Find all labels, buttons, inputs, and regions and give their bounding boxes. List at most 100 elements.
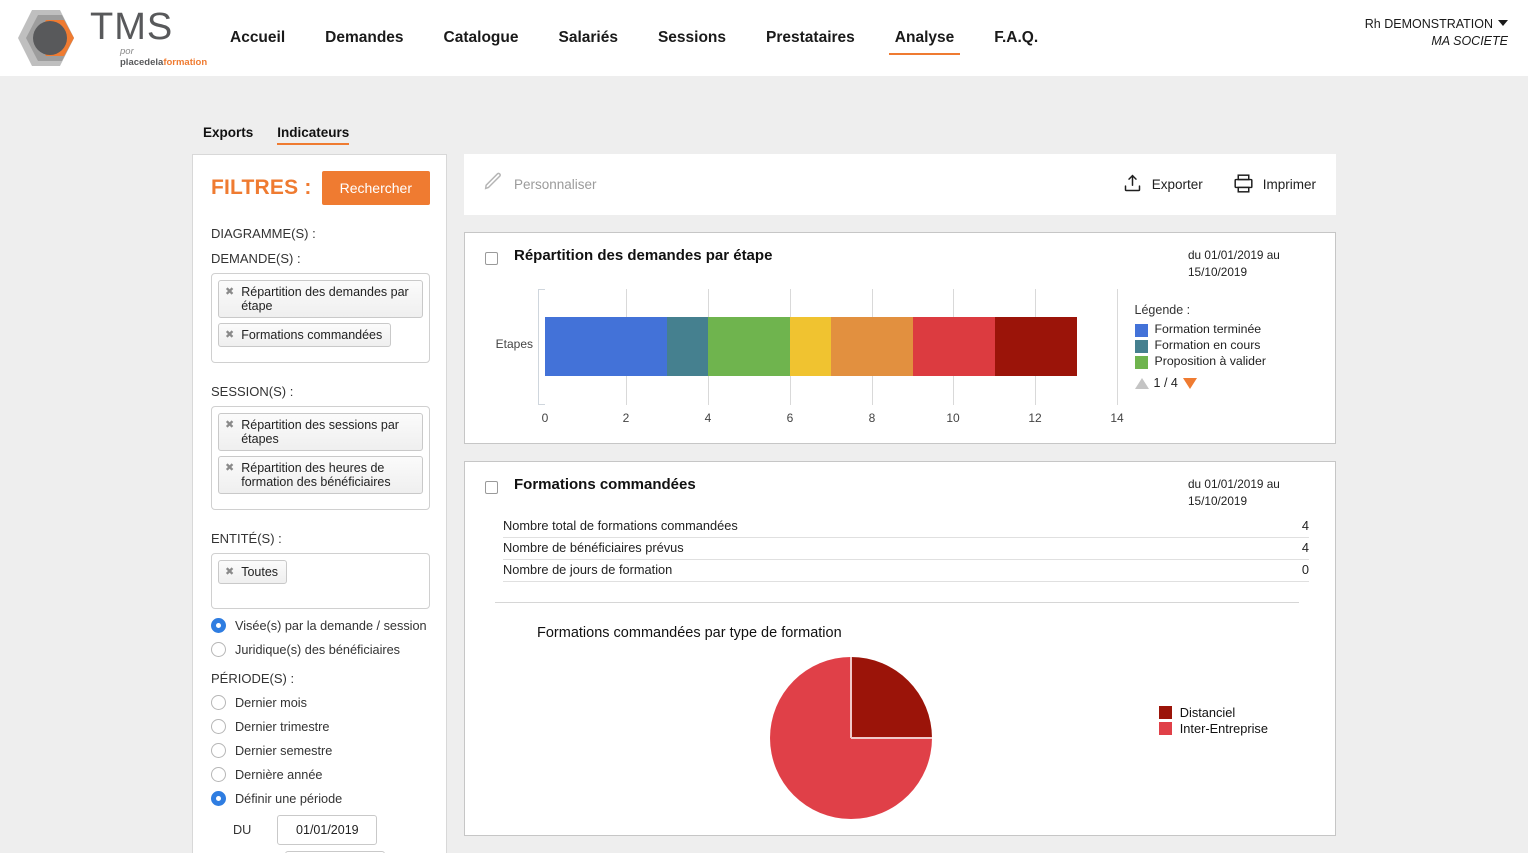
print-button[interactable]: Imprimer — [1233, 173, 1316, 197]
printer-icon — [1233, 173, 1254, 197]
legend-swatch — [1134, 356, 1148, 369]
export-button[interactable]: Exporter — [1122, 173, 1203, 197]
legend-item: Distanciel — [1158, 705, 1317, 720]
tag-label: Formations commandées — [241, 328, 383, 342]
card1-date-range: du 01/01/2019 au 15/10/2019 — [1188, 248, 1280, 279]
nav-item-analyse[interactable]: Analyse — [883, 23, 966, 55]
pie-chart-title: Formations commandées par type de format… — [537, 625, 842, 641]
nav-item-catalogue[interactable]: Catalogue — [432, 23, 531, 53]
remove-icon[interactable]: ✖ — [225, 285, 234, 299]
tag-item[interactable]: ✖ Formations commandées — [218, 323, 392, 347]
radio-icon[interactable] — [211, 618, 226, 633]
pie-graphic[interactable] — [769, 657, 932, 819]
nav-item-faq[interactable]: F.A.Q. — [982, 23, 1050, 53]
bar-segment-5[interactable] — [831, 317, 913, 376]
card-select-checkbox[interactable] — [485, 481, 498, 494]
page-layout: FILTRES : Rechercher DIAGRAMME(S) : DEMA… — [0, 144, 1528, 853]
radio-icon[interactable] — [211, 695, 226, 710]
tagline-a: placedela — [120, 56, 164, 68]
chevron-down-icon[interactable] — [1498, 20, 1508, 26]
nav-item-demandes[interactable]: Demandes — [313, 23, 415, 53]
x-tick: 2 — [622, 411, 630, 425]
legend-item: Proposition à valider — [1134, 354, 1317, 369]
remove-icon[interactable]: ✖ — [225, 328, 234, 342]
radio-entity-juridique[interactable]: Juridique(s) des bénéficiaires — [211, 642, 430, 657]
tagline-b: formation — [163, 56, 208, 68]
legend-label: Distanciel — [1179, 705, 1236, 720]
filters-title: FILTRES : — [211, 176, 312, 199]
user-name-row: Rh DEMONSTRATION — [1365, 16, 1508, 33]
sessions-tagbox[interactable]: ✖ Répartition des sessions par étapes ✖ Ré… — [211, 406, 430, 510]
legend-next-icon[interactable] — [1182, 377, 1197, 389]
radio-derniere-annee[interactable]: Dernière année — [211, 767, 430, 782]
stat-value: 4 — [1301, 518, 1309, 533]
nav-item-prestataires[interactable]: Prestataires — [754, 23, 867, 53]
radio-entity-visee[interactable]: Visée(s) par la demande / session — [211, 618, 430, 633]
remove-icon[interactable]: ✖ — [225, 461, 234, 475]
filters-header: FILTRES : Rechercher — [211, 171, 430, 205]
demandes-label: DEMANDE(S) : — [211, 251, 301, 266]
brand-logo[interactable]: TMS por placedelaformation — [12, 8, 207, 68]
legend-swatch — [1134, 340, 1148, 353]
radio-icon[interactable] — [211, 642, 226, 657]
radio-definir-periode[interactable]: Définir une période — [211, 791, 430, 806]
radio-icon[interactable] — [211, 743, 226, 758]
radio-label: Dernier semestre — [235, 743, 333, 758]
bar-segment-6[interactable] — [913, 317, 995, 376]
customize-control[interactable]: Personnaliser — [482, 171, 597, 198]
radio-label: Dernière année — [235, 767, 323, 782]
legend-pager: 1 / 4 — [1134, 376, 1317, 390]
stat-label: Nombre de bénéficiaires prévus — [503, 540, 684, 555]
demandes-tagbox[interactable]: ✖ Répartition des demandes par étape ✖ For… — [211, 273, 430, 363]
radio-icon[interactable] — [211, 791, 226, 806]
legend-swatch — [1158, 706, 1172, 719]
user-company: MA SOCIETE — [1431, 34, 1508, 48]
tab-indicateurs[interactable]: Indicateurs — [277, 125, 350, 145]
customize-placeholder: Personnaliser — [514, 177, 597, 192]
brand-wordmark: TMS por placedelaformation — [90, 8, 208, 68]
entites-tagbox[interactable]: ✖ Toutes — [211, 553, 430, 609]
x-tick: 6 — [786, 411, 794, 425]
stat-label: Nombre total de formations commandées — [503, 518, 738, 533]
pencil-icon[interactable] — [482, 171, 504, 198]
export-label: Exporter — [1151, 177, 1203, 192]
x-tick: 10 — [946, 411, 960, 425]
nav-item-salaries[interactable]: Salariés — [546, 23, 629, 53]
radio-icon[interactable] — [211, 767, 226, 782]
bar-segment-formation-terminee[interactable] — [545, 317, 667, 376]
search-button[interactable]: Rechercher — [321, 171, 430, 205]
x-tick: 0 — [541, 411, 549, 425]
sessions-label: SESSION(S) : — [211, 384, 294, 399]
tab-exports[interactable]: Exports — [203, 125, 253, 144]
legend-prev-icon[interactable] — [1134, 377, 1149, 389]
nav-item-accueil[interactable]: Accueil — [218, 23, 297, 53]
gridline — [1117, 289, 1118, 405]
date-from-input[interactable] — [277, 815, 378, 845]
nav-item-sessions[interactable]: Sessions — [646, 23, 738, 53]
main-nav: Accueil Demandes Catalogue Salariés Sess… — [210, 23, 1058, 55]
tag-item[interactable]: ✖ Répartition des sessions par étapes — [218, 413, 423, 451]
bar-segment-7[interactable] — [995, 317, 1077, 376]
tag-item[interactable]: ✖ Répartition des heures de formation des… — [218, 456, 423, 494]
radio-dernier-trimestre[interactable]: Dernier trimestre — [211, 719, 430, 734]
bar-segment-4[interactable] — [790, 317, 831, 376]
tag-item[interactable]: ✖ Répartition des demandes par étape — [218, 280, 423, 318]
tag-label: Toutes — [241, 565, 279, 579]
bar-segment-proposition-a-valider[interactable] — [708, 317, 790, 376]
remove-icon[interactable]: ✖ — [225, 418, 234, 432]
user-menu[interactable]: Rh DEMONSTRATION MA SOCIETE — [1365, 16, 1508, 50]
radio-dernier-semestre[interactable]: Dernier semestre — [211, 743, 430, 758]
radio-label: Juridique(s) des bénéficiaires — [235, 642, 401, 657]
tag-item[interactable]: ✖ Toutes — [218, 560, 288, 584]
bar-segment-formation-en-cours[interactable] — [667, 317, 708, 376]
bar-chart-legend: Légende : Formation terminée Formation e… — [1131, 285, 1317, 427]
hexagon-logo-icon — [12, 8, 88, 68]
card-select-checkbox[interactable] — [485, 252, 498, 265]
radio-dernier-mois[interactable]: Dernier mois — [211, 695, 430, 710]
stats-table: Nombre total de formations commandées 4 … — [503, 516, 1309, 582]
legend-label: Formation terminée — [1154, 322, 1262, 336]
radio-label: Visée(s) par la demande / session — [235, 618, 427, 633]
radio-icon[interactable] — [211, 719, 226, 734]
y-axis-bracket — [538, 289, 545, 405]
remove-icon[interactable]: ✖ — [225, 565, 234, 579]
